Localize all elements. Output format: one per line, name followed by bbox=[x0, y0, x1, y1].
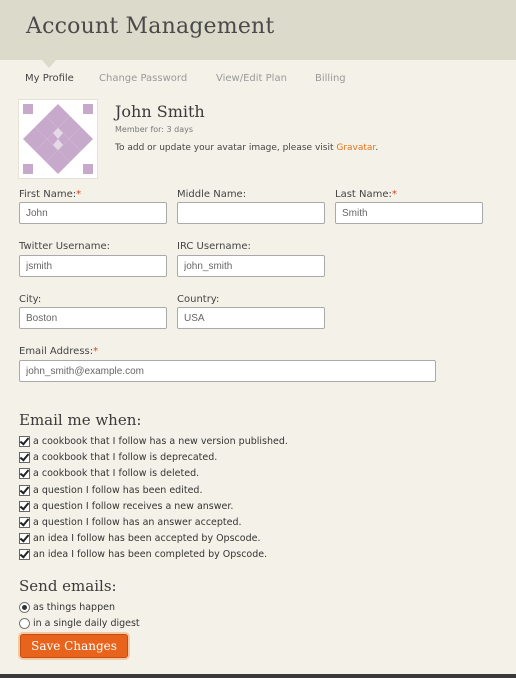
checkbox-checked-icon[interactable] bbox=[19, 484, 30, 496]
last-name-label: Last Name:* bbox=[335, 189, 397, 200]
tab-billing[interactable]: Billing bbox=[315, 73, 346, 84]
email-option-new-version[interactable]: a cookbook that I follow has a new versi… bbox=[19, 434, 288, 448]
avatar-note-text: To add or update your avatar image, plea… bbox=[115, 143, 337, 153]
active-tab-indicator bbox=[42, 60, 56, 68]
tab-change-password[interactable]: Change Password bbox=[99, 73, 187, 84]
email-option-idea-completed[interactable]: an idea I follow has been completed by O… bbox=[19, 547, 267, 561]
quilt-pattern-avatar-icon bbox=[23, 104, 93, 174]
first-name-field[interactable] bbox=[19, 202, 167, 224]
checkbox-checked-icon[interactable] bbox=[19, 548, 30, 560]
checkbox-checked-icon[interactable] bbox=[19, 435, 30, 447]
country-field[interactable] bbox=[177, 307, 325, 329]
irc-label: IRC Username: bbox=[177, 241, 251, 252]
send-option-daily-digest[interactable]: in a single daily digest bbox=[19, 616, 140, 630]
profile-name: John Smith bbox=[115, 102, 205, 121]
avatar-note-end: . bbox=[375, 143, 379, 153]
country-label: Country: bbox=[177, 294, 220, 305]
email-option-deleted[interactable]: a cookbook that I follow is deleted. bbox=[19, 466, 199, 480]
required-mark: * bbox=[391, 189, 397, 200]
email-label: Email Address:* bbox=[19, 346, 99, 357]
member-since: Member for: 3 days bbox=[115, 125, 194, 134]
tab-my-profile[interactable]: My Profile bbox=[25, 73, 74, 84]
checkbox-checked-icon[interactable] bbox=[19, 500, 30, 512]
header: Account Management bbox=[0, 0, 516, 60]
city-field[interactable] bbox=[19, 307, 167, 329]
email-option-new-answer[interactable]: a question I follow receives a new answe… bbox=[19, 499, 233, 513]
required-mark: * bbox=[76, 189, 82, 200]
email-option-idea-accepted[interactable]: an idea I follow has been accepted by Op… bbox=[19, 531, 260, 545]
required-mark: * bbox=[93, 346, 99, 357]
middle-name-field[interactable] bbox=[177, 202, 325, 224]
send-emails-title: Send emails: bbox=[19, 577, 117, 595]
email-option-deprecated[interactable]: a cookbook that I follow is deprecated. bbox=[19, 450, 217, 464]
checkbox-checked-icon[interactable] bbox=[19, 516, 30, 528]
irc-field[interactable] bbox=[177, 255, 325, 277]
radio-icon[interactable] bbox=[19, 617, 30, 629]
tab-view-edit-plan[interactable]: View/Edit Plan bbox=[216, 73, 287, 84]
checkbox-checked-icon[interactable] bbox=[19, 532, 30, 544]
gravatar-link[interactable]: Gravatar bbox=[336, 143, 375, 153]
radio-selected-icon[interactable] bbox=[19, 601, 30, 613]
middle-name-label: Middle Name: bbox=[177, 189, 247, 200]
email-option-question-edited[interactable]: a question I follow has been edited. bbox=[19, 483, 202, 497]
twitter-label: Twitter Username: bbox=[19, 241, 111, 252]
page-title: Account Management bbox=[26, 14, 275, 39]
city-label: City: bbox=[19, 294, 42, 305]
avatar-note: To add or update your avatar image, plea… bbox=[115, 143, 378, 153]
checkbox-checked-icon[interactable] bbox=[19, 467, 30, 479]
email-field[interactable] bbox=[19, 360, 436, 382]
footer-bar bbox=[0, 674, 516, 678]
email-option-answer-accepted[interactable]: a question I follow has an answer accept… bbox=[19, 515, 242, 529]
email-me-title: Email me when: bbox=[19, 411, 142, 429]
first-name-label: First Name:* bbox=[19, 189, 82, 200]
save-changes-button[interactable]: Save Changes bbox=[20, 634, 128, 658]
send-option-as-things-happen[interactable]: as things happen bbox=[19, 600, 115, 614]
checkbox-checked-icon[interactable] bbox=[19, 451, 30, 463]
last-name-field[interactable] bbox=[335, 202, 483, 224]
avatar bbox=[19, 100, 97, 178]
twitter-field[interactable] bbox=[19, 255, 167, 277]
